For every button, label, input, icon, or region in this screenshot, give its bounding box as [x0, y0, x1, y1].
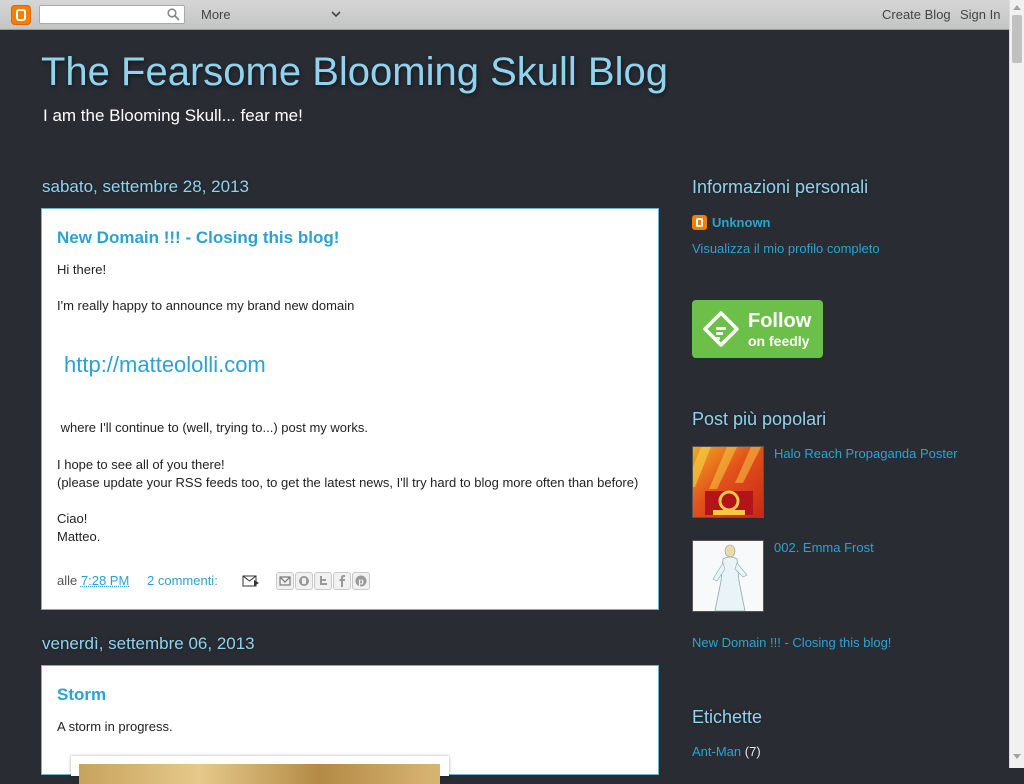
popular-posts-title: Post più popolari — [692, 409, 827, 429]
post-body-line: I'm really happy to announce my brand ne… — [57, 298, 355, 313]
post-body-line: Matteo. — [57, 529, 101, 544]
post-footer-prefix: alle — [57, 573, 78, 588]
blog-post: Storm A storm in progress. — [41, 665, 659, 784]
popular-post-link[interactable]: New Domain !!! - Closing this blog! — [692, 635, 891, 650]
post-body-line: (please update your RSS feeds too, to ge… — [57, 475, 639, 490]
more-dropdown[interactable]: More — [201, 6, 346, 24]
chevron-down-icon — [331, 11, 341, 18]
profile-name-link[interactable]: Unknown — [712, 215, 771, 230]
comments-link[interactable]: 2 commenti: — [147, 573, 218, 588]
sign-in-link[interactable]: Sign In — [960, 7, 1000, 23]
label-link[interactable]: Ant-Man — [692, 744, 741, 759]
search-icon[interactable] — [167, 8, 180, 21]
email-share-icon[interactable] — [276, 572, 294, 590]
post-title[interactable]: Storm — [57, 685, 106, 705]
label-item: Ant-Man (7) — [692, 744, 761, 759]
blogger-logo-icon[interactable] — [11, 5, 31, 25]
blog-description: I am the Blooming Skull... fear me! — [43, 106, 303, 125]
post-image[interactable] — [71, 756, 449, 784]
post-body-line: Ciao! — [57, 511, 88, 526]
labels-widget-title: Etichette — [692, 707, 763, 727]
scroll-thumb[interactable] — [1012, 15, 1022, 63]
post-body-line: A storm in progress. — [57, 719, 173, 734]
follow-on-feedly-button[interactable]: Follow on feedly — [692, 300, 823, 358]
post-body-line: Hi there! — [57, 262, 107, 277]
page-scrollbar[interactable] — [1009, 0, 1024, 768]
feedly-follow-label: Follow — [748, 310, 812, 332]
more-label: More — [201, 7, 231, 22]
emma-frost-thumbnail[interactable] — [692, 540, 764, 612]
popular-post-link[interactable]: Halo Reach Propaganda Poster — [774, 446, 958, 461]
scroll-up-arrow-icon[interactable] — [1013, 4, 1021, 10]
search-field[interactable] — [39, 5, 185, 24]
facebook-icon[interactable] — [333, 572, 351, 590]
feedly-icon — [703, 311, 739, 347]
post-date-header: sabato, settembre 28, 2013 — [42, 177, 249, 196]
blogthis-icon[interactable] — [295, 572, 313, 590]
twitter-icon[interactable] — [314, 572, 332, 590]
label-count: (7) — [744, 744, 761, 759]
post-date-header: venerdì, settembre 06, 2013 — [42, 634, 255, 653]
popular-post-link[interactable]: 002. Emma Frost — [774, 540, 874, 555]
post-footer: alle 7:28 PM 2 commenti: — [57, 573, 218, 588]
pinterest-icon[interactable]: p — [352, 572, 370, 590]
post-timestamp-link[interactable]: 7:28 PM — [81, 573, 129, 588]
create-blog-link[interactable]: Create Blog — [882, 7, 951, 23]
blog-post: New Domain !!! - Closing this blog! Hi t… — [41, 208, 659, 610]
scroll-down-arrow-icon[interactable] — [1013, 754, 1021, 760]
blog-title[interactable]: The Fearsome Blooming Skull Blog — [41, 50, 668, 95]
svg-text:p: p — [358, 577, 364, 587]
blogger-navbar: More Create Blog Sign In — [0, 0, 1024, 30]
post-title[interactable]: New Domain !!! - Closing this blog! — [57, 228, 339, 248]
email-post-icon[interactable] — [242, 575, 260, 587]
halo-poster-thumbnail[interactable] — [692, 446, 764, 518]
full-profile-link[interactable]: Visualizza il mio profilo completo — [692, 241, 880, 256]
feedly-on-feedly-label: on feedly — [748, 333, 810, 349]
search-input[interactable] — [40, 6, 168, 24]
blogger-profile-icon — [692, 215, 707, 230]
post-body-line: I hope to see all of you there! — [57, 457, 225, 472]
post-body-line: where I'll continue to (well, trying to.… — [57, 420, 368, 435]
domain-link[interactable]: http://matteololli.com — [64, 352, 266, 378]
profile-widget-title: Informazioni personali — [692, 177, 869, 197]
